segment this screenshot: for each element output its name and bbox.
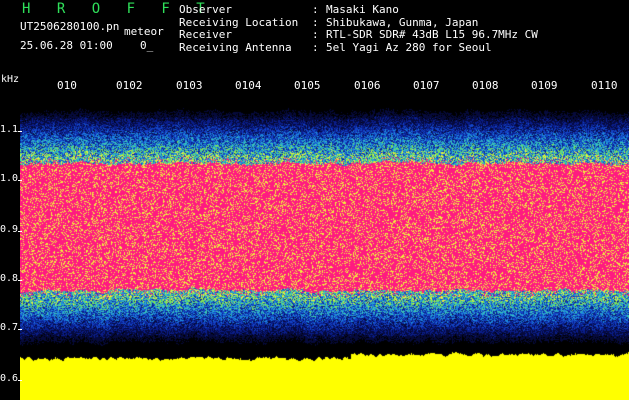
time-tick-label: 010 bbox=[57, 79, 77, 92]
frequency-tick-mark bbox=[18, 329, 22, 330]
detection-tag: meteor bbox=[124, 25, 164, 38]
event-counter: 0_ bbox=[140, 39, 154, 52]
frequency-tick-mark bbox=[18, 280, 22, 281]
frequency-tick-label: 0.8 bbox=[0, 273, 19, 284]
info-value: RTL-SDR SDR# 43dB L15 96.7MHz CW bbox=[326, 28, 538, 41]
time-tick-label: 0108 bbox=[472, 79, 499, 92]
frequency-tick-label: 0.9 bbox=[0, 224, 19, 235]
frequency-tick-mark bbox=[18, 231, 22, 232]
header-panel: H R O F F T UT2506280100.pn meteor 25.06… bbox=[0, 0, 629, 78]
time-tick-label: 0110 bbox=[591, 79, 618, 92]
time-tick-label: 0109 bbox=[531, 79, 558, 92]
info-row-receiver: Receiver : RTL-SDR SDR# 43dB L15 96.7MHz… bbox=[179, 28, 538, 42]
info-label: Observer bbox=[179, 3, 232, 16]
time-tick-label: 0103 bbox=[176, 79, 203, 92]
info-separator: : bbox=[312, 28, 319, 41]
capture-datetime: 25.06.28 01:00 bbox=[20, 39, 113, 52]
time-tick-label: 0104 bbox=[235, 79, 262, 92]
frequency-tick-mark bbox=[18, 380, 22, 381]
frequency-tick-mark bbox=[18, 131, 22, 132]
frequency-tick-mark bbox=[18, 180, 22, 181]
file-name: UT2506280100.pn bbox=[20, 20, 120, 33]
frequency-unit: kHz bbox=[1, 74, 20, 85]
info-separator: : bbox=[312, 40, 319, 54]
info-row-observer: Observer : Masaki Kano bbox=[179, 3, 538, 17]
station-info: Observer : Masaki Kano Receiving Locatio… bbox=[179, 3, 538, 55]
info-value: Masaki Kano bbox=[326, 3, 399, 16]
info-row-antenna: Receiving Antenna : 5el Yagi Az 280 for … bbox=[179, 40, 538, 55]
time-tick-label: 0105 bbox=[294, 79, 321, 92]
info-value: 5el Yagi Az 280 for Seoul bbox=[326, 40, 492, 54]
time-tick-label: 0106 bbox=[354, 79, 381, 92]
time-tick-label: 0107 bbox=[413, 79, 440, 92]
spectrogram-canvas bbox=[20, 78, 629, 400]
frequency-tick-label: 0.6 bbox=[0, 373, 19, 384]
frequency-tick-label: 1.1 bbox=[0, 124, 19, 135]
info-separator: : bbox=[312, 3, 319, 16]
info-label: Receiver bbox=[179, 28, 232, 41]
frequency-tick-label: 0.7 bbox=[0, 322, 19, 333]
time-tick-label: 0102 bbox=[116, 79, 143, 92]
info-label: Receiving Antenna bbox=[179, 40, 292, 54]
frequency-tick-label: 1.0 bbox=[0, 173, 19, 184]
